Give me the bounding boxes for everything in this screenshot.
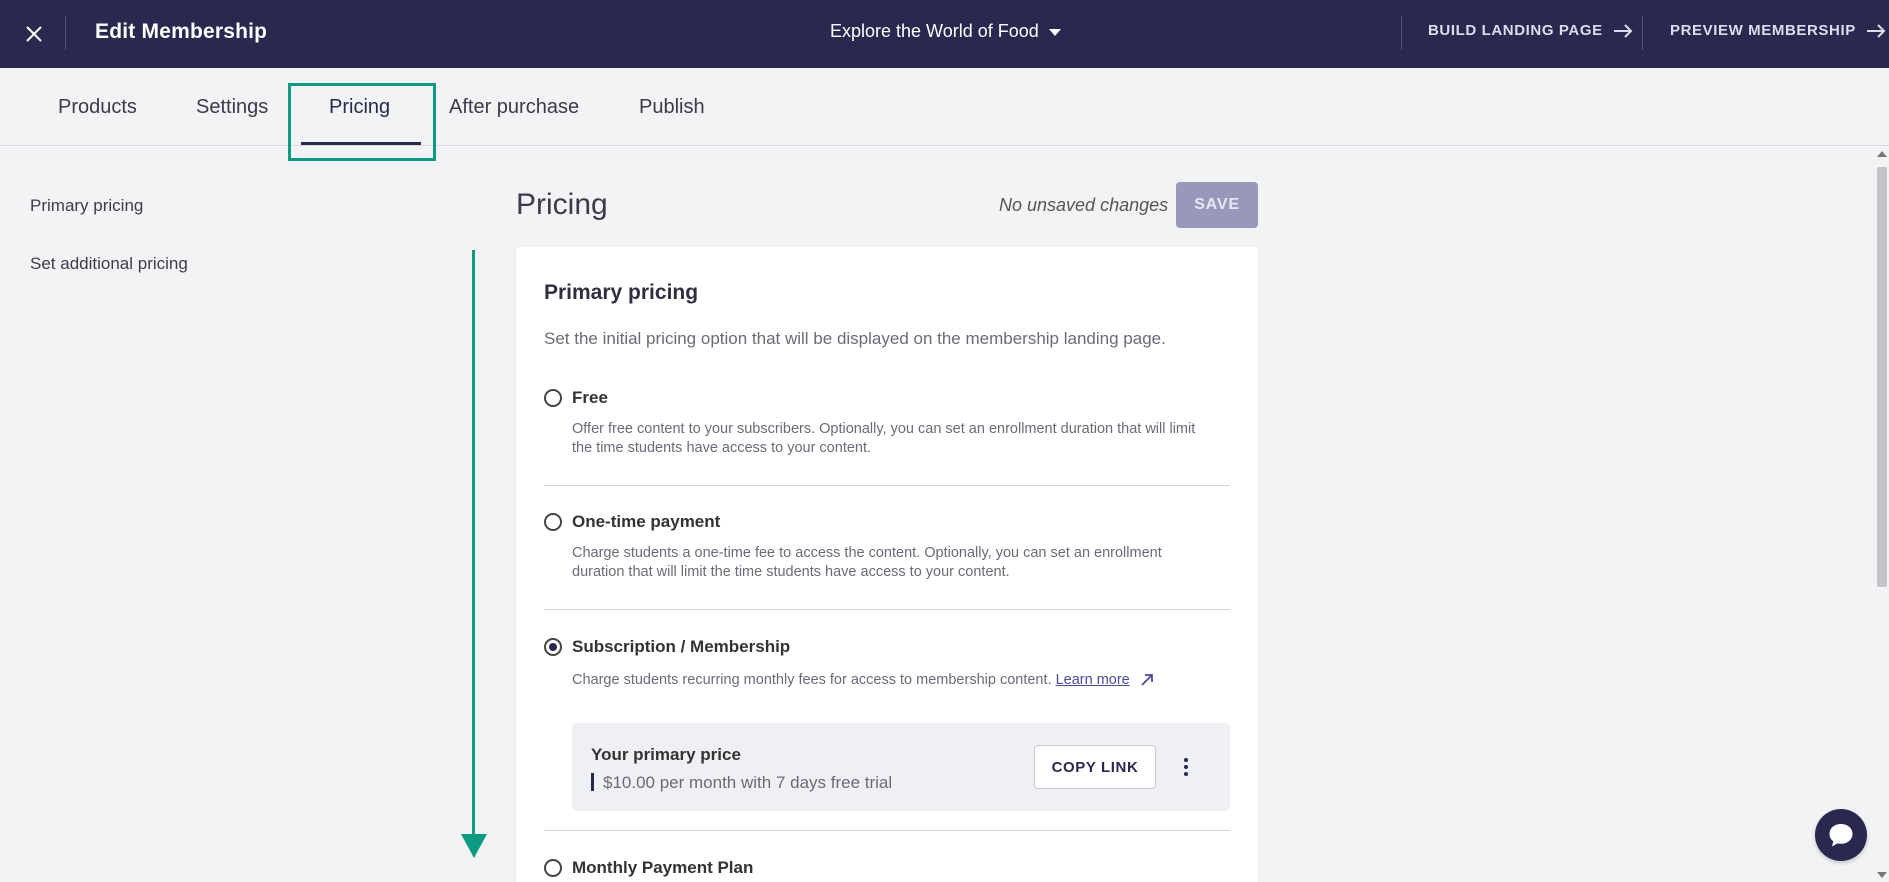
option-label: Subscription / Membership: [572, 637, 791, 656]
page-title: Edit Membership: [95, 20, 268, 43]
divider: [1642, 16, 1643, 50]
arrow-right-icon: [1613, 23, 1633, 38]
arrow-right-icon: [1866, 23, 1886, 38]
scrollbar[interactable]: [1873, 147, 1889, 882]
preview-membership-label: PREVIEW MEMBERSHIP: [1670, 22, 1856, 39]
product-name: Explore the World of Food: [830, 21, 1039, 41]
primary-price-text: $10.00 per month with 7 days free trial: [603, 773, 893, 792]
more-options-icon[interactable]: [1180, 755, 1192, 779]
option-description: Charge students recurring monthly fees f…: [572, 672, 1052, 688]
copy-link-button[interactable]: COPY LINK: [1034, 745, 1156, 789]
option-label: Monthly Payment Plan: [572, 858, 754, 877]
primary-pricing-card: Primary pricing Set the initial pricing …: [516, 247, 1258, 882]
divider: [65, 16, 66, 50]
caret-down-icon: [1048, 29, 1061, 36]
primary-price-box: Your primary price $10.00 per month with…: [572, 723, 1230, 811]
annotation-highlight-box: [288, 83, 436, 161]
primary-price-title: Your primary price: [591, 745, 741, 764]
radio-monthly-plan[interactable]: [544, 859, 562, 877]
tab-settings[interactable]: Settings: [196, 96, 268, 119]
divider: [1401, 16, 1402, 50]
tab-bar: Products Settings Pricing After purchase…: [0, 68, 1889, 146]
option-label: Free: [572, 388, 608, 407]
tab-after-purchase[interactable]: After purchase: [449, 96, 579, 119]
leftnav-set-additional-pricing[interactable]: Set additional pricing: [30, 254, 188, 274]
option-description: Offer free content to your subscribers. …: [572, 421, 1196, 456]
annotation-arrow-head: [461, 834, 487, 858]
tab-publish[interactable]: Publish: [639, 96, 705, 119]
build-landing-page-button[interactable]: BUILD LANDING PAGE: [1428, 22, 1633, 39]
annotation-arrow-line: [472, 250, 475, 835]
option-description: Charge students a one-time fee to access…: [572, 545, 1162, 580]
radio-one-time[interactable]: [544, 513, 562, 531]
radio-free[interactable]: [544, 389, 562, 407]
leftnav-primary-pricing[interactable]: Primary pricing: [30, 196, 143, 216]
divider: [544, 609, 1230, 610]
price-accent-bar: [591, 773, 594, 791]
top-bar: Edit Membership Explore the World of Foo…: [0, 0, 1889, 68]
radio-subscription[interactable]: [544, 638, 562, 656]
card-subtitle: Set the initial pricing option that will…: [544, 329, 1166, 348]
build-landing-page-label: BUILD LANDING PAGE: [1428, 22, 1603, 39]
external-link-icon[interactable]: [1140, 673, 1154, 687]
learn-more-link[interactable]: Learn more: [1056, 672, 1130, 688]
scroll-down-icon[interactable]: [1877, 872, 1887, 878]
divider: [544, 485, 1230, 486]
chat-button[interactable]: [1815, 809, 1867, 861]
scroll-up-icon[interactable]: [1877, 151, 1887, 157]
tab-products[interactable]: Products: [58, 96, 137, 119]
save-status: No unsaved changes: [999, 195, 1169, 215]
save-button[interactable]: SAVE: [1176, 182, 1258, 228]
section-heading: Pricing: [516, 188, 608, 221]
option-label: One-time payment: [572, 512, 721, 531]
close-icon[interactable]: [18, 18, 50, 50]
chat-bubble-icon: [1829, 824, 1853, 847]
option-description-row: Charge students recurring monthly fees f…: [572, 671, 1212, 690]
scroll-thumb[interactable]: [1877, 167, 1887, 587]
divider: [544, 830, 1230, 831]
preview-membership-button[interactable]: PREVIEW MEMBERSHIP: [1670, 22, 1886, 39]
card-title: Primary pricing: [544, 281, 699, 304]
product-selector[interactable]: Explore the World of Food: [830, 21, 1061, 42]
